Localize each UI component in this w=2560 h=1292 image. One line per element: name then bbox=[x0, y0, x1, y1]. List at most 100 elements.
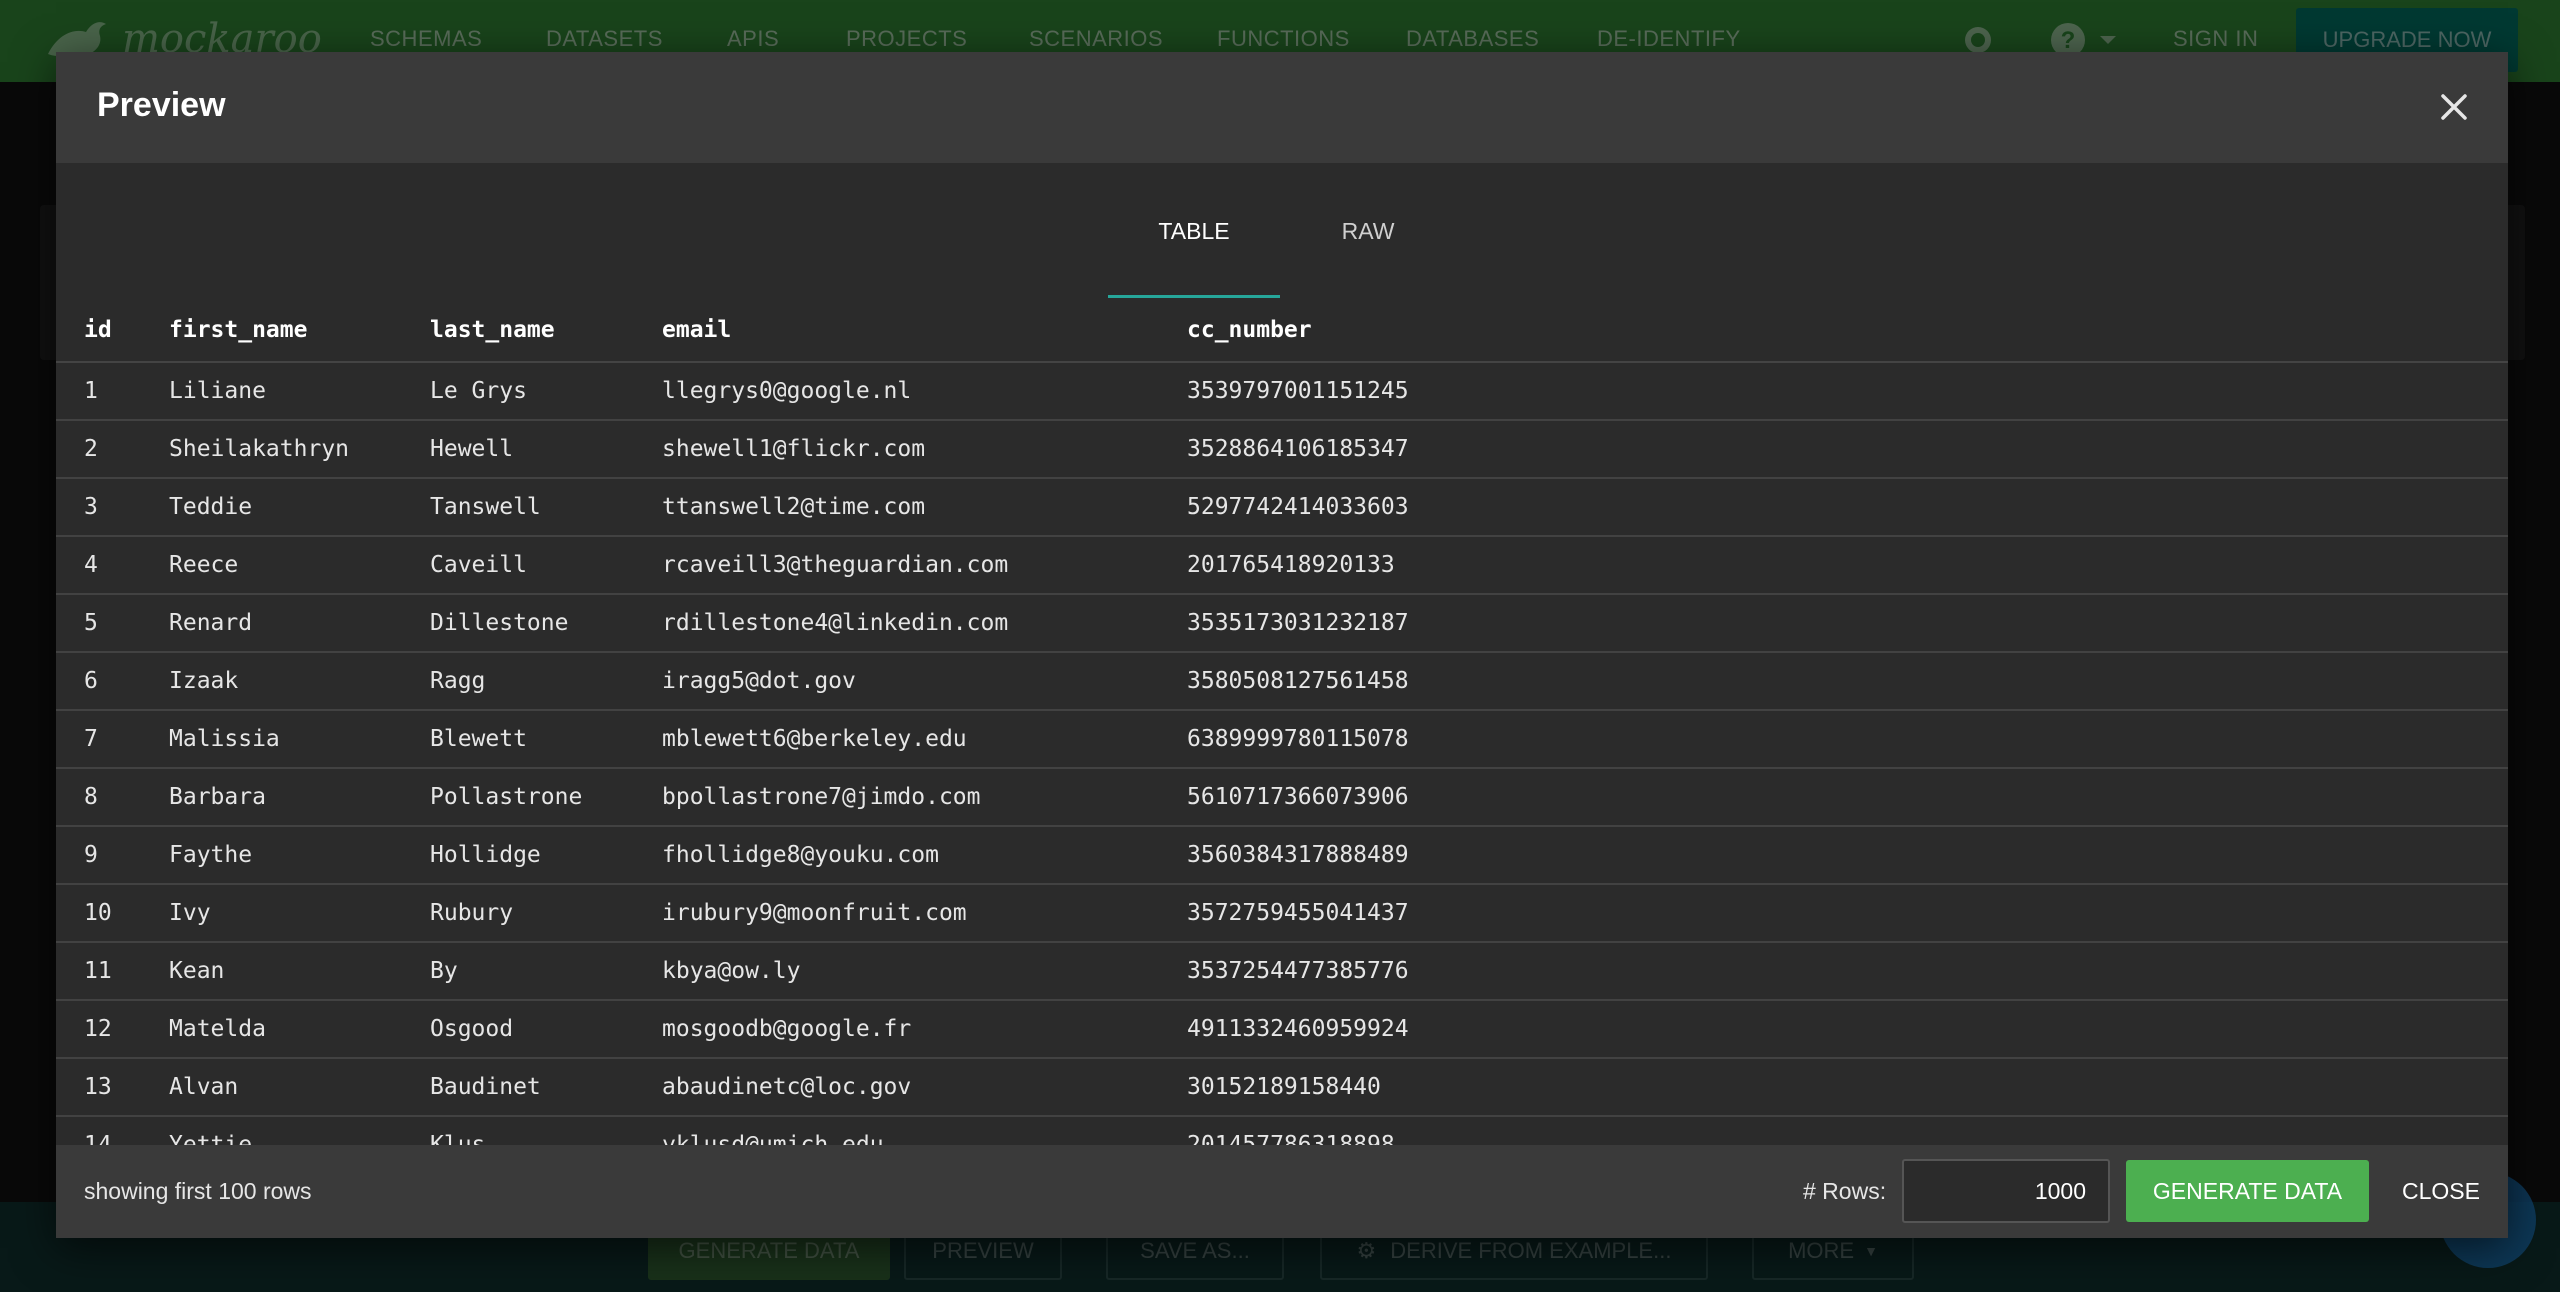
cell-last-name: Tanswell bbox=[430, 478, 662, 537]
cell-id: 10 bbox=[56, 884, 169, 943]
table-row: 3 Teddie Tanswell ttanswell2@time.com 529774… bbox=[56, 478, 2508, 537]
cell-last-name: Blewett bbox=[430, 710, 662, 769]
close-icon[interactable] bbox=[2431, 84, 2477, 130]
rows-label: # Rows: bbox=[1803, 1178, 1887, 1204]
table-row: 10 Ivy Rubury irubury9@moonfruit.com 3572759… bbox=[56, 884, 2508, 943]
cell-last-name: Baudinet bbox=[430, 1058, 662, 1117]
preview-tabs: TABLE RAW bbox=[56, 163, 2508, 299]
cell-first-name: Kean bbox=[169, 942, 430, 1001]
rows-input[interactable] bbox=[1902, 1159, 2110, 1223]
column-header-cc-number: cc_number bbox=[1187, 299, 2508, 363]
cell-first-name: Reece bbox=[169, 536, 430, 595]
cell-first-name: Teddie bbox=[169, 478, 430, 537]
cell-cc-number: 3537254477385776 bbox=[1187, 942, 2508, 1001]
table-row: 4 Reece Caveill rcaveill3@theguardian.com 20… bbox=[56, 536, 2508, 595]
cell-email: rcaveill3@theguardian.com bbox=[662, 536, 1187, 595]
cell-email: irubury9@moonfruit.com bbox=[662, 884, 1187, 943]
cell-last-name: Ragg bbox=[430, 652, 662, 711]
cell-last-name: Hollidge bbox=[430, 826, 662, 885]
cell-cc-number: 3580508127561458 bbox=[1187, 652, 2508, 711]
cell-id: 9 bbox=[56, 826, 169, 885]
cell-last-name: By bbox=[430, 942, 662, 1001]
cell-last-name: Le Grys bbox=[430, 362, 662, 421]
cell-id: 11 bbox=[56, 942, 169, 1001]
dialog-title: Preview bbox=[97, 86, 226, 124]
column-header-last-name: last_name bbox=[430, 299, 662, 363]
cell-id: 12 bbox=[56, 1000, 169, 1059]
close-button[interactable]: CLOSE bbox=[2386, 1160, 2496, 1222]
active-tab-indicator bbox=[1108, 295, 1280, 298]
cell-email: abaudinetc@loc.gov bbox=[662, 1058, 1187, 1117]
cell-email: mblewett6@berkeley.edu bbox=[662, 710, 1187, 769]
cell-email: rdillestone4@linkedin.com bbox=[662, 594, 1187, 653]
row-count-note: showing first 100 rows bbox=[84, 1178, 312, 1204]
cell-cc-number: 201765418920133 bbox=[1187, 536, 2508, 595]
cell-id: 13 bbox=[56, 1058, 169, 1117]
cell-email: bpollastrone7@jimdo.com bbox=[662, 768, 1187, 827]
column-header-email: email bbox=[662, 299, 1187, 363]
cell-email: shewell1@flickr.com bbox=[662, 420, 1187, 479]
cell-email: ttanswell2@time.com bbox=[662, 478, 1187, 537]
table-row: 9 Faythe Hollidge fhollidge8@youku.com 35603… bbox=[56, 826, 2508, 885]
table-header-row: id first_name last_name email cc_number bbox=[56, 299, 2508, 363]
cell-last-name: Caveill bbox=[430, 536, 662, 595]
cell-last-name: Osgood bbox=[430, 1000, 662, 1059]
cell-first-name: Barbara bbox=[169, 768, 430, 827]
table-row: 8 Barbara Pollastrone bpollastrone7@jimdo.c… bbox=[56, 768, 2508, 827]
cell-id: 1 bbox=[56, 362, 169, 421]
tab-table[interactable]: TABLE bbox=[1108, 163, 1280, 299]
preview-table-container[interactable]: id first_name last_name email cc_number … bbox=[56, 299, 2508, 1197]
table-row: 6 Izaak Ragg iragg5@dot.gov 3580508127561458 bbox=[56, 652, 2508, 711]
table-row: 5 Renard Dillestone rdillestone4@linkedin.c… bbox=[56, 594, 2508, 653]
cell-cc-number: 3535173031232187 bbox=[1187, 594, 2508, 653]
cell-first-name: Liliane bbox=[169, 362, 430, 421]
cell-first-name: Renard bbox=[169, 594, 430, 653]
cell-first-name: Malissia bbox=[169, 710, 430, 769]
cell-last-name: Pollastrone bbox=[430, 768, 662, 827]
cell-cc-number: 5297742414033603 bbox=[1187, 478, 2508, 537]
generate-data-button[interactable]: GENERATE DATA bbox=[2126, 1160, 2369, 1222]
cell-cc-number: 3560384317888489 bbox=[1187, 826, 2508, 885]
cell-id: 5 bbox=[56, 594, 169, 653]
cell-last-name: Dillestone bbox=[430, 594, 662, 653]
cell-cc-number: 5610717366073906 bbox=[1187, 768, 2508, 827]
cell-email: kbya@ow.ly bbox=[662, 942, 1187, 1001]
cell-id: 2 bbox=[56, 420, 169, 479]
cell-email: llegrys0@google.nl bbox=[662, 362, 1187, 421]
preview-dialog: Preview TABLE RAW id first_name last_nam… bbox=[56, 52, 2508, 1238]
cell-id: 4 bbox=[56, 536, 169, 595]
cell-cc-number: 4911332460959924 bbox=[1187, 1000, 2508, 1059]
table-row: 2 Sheilakathryn Hewell shewell1@flickr.com 3… bbox=[56, 420, 2508, 479]
cell-last-name: Hewell bbox=[430, 420, 662, 479]
table-row: 1 Liliane Le Grys llegrys0@google.nl 3539797… bbox=[56, 362, 2508, 421]
cell-id: 7 bbox=[56, 710, 169, 769]
cell-id: 6 bbox=[56, 652, 169, 711]
cell-first-name: Alvan bbox=[169, 1058, 430, 1117]
cell-email: mosgoodb@google.fr bbox=[662, 1000, 1187, 1059]
table-row: 13 Alvan Baudinet abaudinetc@loc.gov 3015218… bbox=[56, 1058, 2508, 1117]
column-header-first-name: first_name bbox=[169, 299, 430, 363]
table-row: 7 Malissia Blewett mblewett6@berkeley.edu 63… bbox=[56, 710, 2508, 769]
cell-cc-number: 3572759455041437 bbox=[1187, 884, 2508, 943]
preview-table: id first_name last_name email cc_number … bbox=[56, 299, 2508, 1197]
cell-cc-number: 30152189158440 bbox=[1187, 1058, 2508, 1117]
cell-cc-number: 3539797001151245 bbox=[1187, 362, 2508, 421]
column-header-id: id bbox=[56, 299, 169, 363]
cell-last-name: Rubury bbox=[430, 884, 662, 943]
cell-id: 3 bbox=[56, 478, 169, 537]
table-row: 12 Matelda Osgood mosgoodb@google.fr 4911332… bbox=[56, 1000, 2508, 1059]
cell-email: fhollidge8@youku.com bbox=[662, 826, 1187, 885]
tab-raw[interactable]: RAW bbox=[1280, 163, 1456, 299]
dialog-header: Preview bbox=[56, 52, 2508, 163]
cell-first-name: Ivy bbox=[169, 884, 430, 943]
table-row: 11 Kean By kbya@ow.ly 3537254477385776 bbox=[56, 942, 2508, 1001]
cell-first-name: Faythe bbox=[169, 826, 430, 885]
cell-email: iragg5@dot.gov bbox=[662, 652, 1187, 711]
cell-cc-number: 6389999780115078 bbox=[1187, 710, 2508, 769]
cell-first-name: Matelda bbox=[169, 1000, 430, 1059]
cell-cc-number: 3528864106185347 bbox=[1187, 420, 2508, 479]
cell-first-name: Sheilakathryn bbox=[169, 420, 430, 479]
cell-id: 8 bbox=[56, 768, 169, 827]
cell-first-name: Izaak bbox=[169, 652, 430, 711]
dialog-footer: showing first 100 rows # Rows: GENERATE … bbox=[56, 1145, 2508, 1238]
